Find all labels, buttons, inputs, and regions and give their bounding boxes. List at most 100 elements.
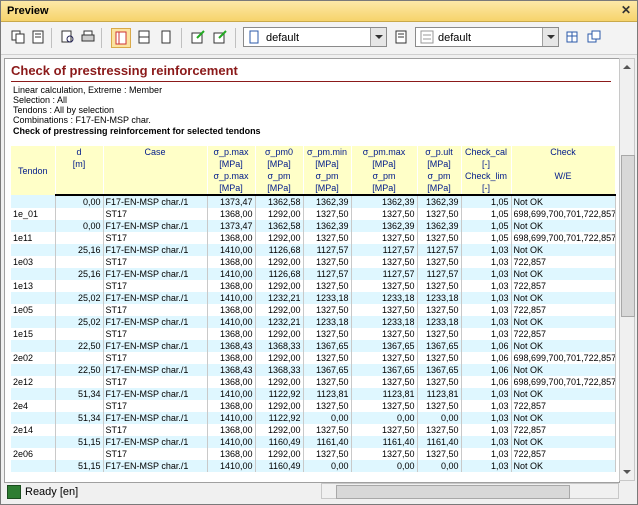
cell-sigma-pm0: 1122,92 [255,412,304,424]
cell-sigma-pmmin: 1367,65 [303,364,352,376]
cell-tendon [11,436,56,448]
cell-sigma-pmmax: 1367,65 [351,340,418,352]
cell-sigma-pmmax: 1327,50 [351,232,418,244]
cell-tendon [11,220,56,232]
cell-case: ST17 [103,280,208,292]
multi-table-button[interactable] [585,28,603,46]
single-page-button[interactable] [157,28,175,46]
cell-sigma-pmmin: 1327,50 [303,304,352,316]
cell-d [55,304,104,316]
col-sigma-pmax2-unit: [MPa] [219,183,243,193]
cell-sigma-pm0: 1160,49 [255,436,304,448]
table-row: 1e03 ST17 1368,00 1292,00 1327,50 1327,50 1327… [11,256,616,268]
import-button[interactable] [211,28,229,46]
cell-sigma-pmmax: 1327,50 [351,280,418,292]
scroll-thumb[interactable] [621,155,635,317]
table-row: 2e06 ST17 1368,00 1292,00 1327,50 1327,50 1327… [11,448,616,460]
cell-sigma-pmmin: 1327,50 [303,328,352,340]
cell-sigma-pm0: 1232,21 [255,316,304,328]
cell-sigma-pult: 1327,50 [417,280,462,292]
horizontal-scrollbar[interactable] [321,483,619,499]
cell-sigma-pmax: 1368,00 [207,448,256,460]
cell-check-cal: 1,06 [461,352,512,364]
cell-sigma-pmmin: 1327,50 [303,352,352,364]
cell-check-cal: 1,03 [461,400,512,412]
chevron-down-icon[interactable] [542,28,558,46]
cell-case: ST17 [103,232,208,244]
report-info-line: Combinations : F17-EN-MSP char. [13,115,151,125]
cell-sigma-pult: 1127,57 [417,244,462,256]
table-row: 25,16 F17-EN-MSP char./1 1410,00 1126,68 112… [11,268,616,280]
cell-sigma-pult: 1367,65 [417,340,462,352]
cell-case: F17-EN-MSP char./1 [103,195,208,208]
cell-sigma-pmmin: 1233,18 [303,316,352,328]
cell-sigma-pmmax: 0,00 [351,412,418,424]
cell-sigma-pm0: 1126,68 [255,268,304,280]
cell-sigma-pult: 0,00 [417,460,462,472]
cell-check: 722,857 [511,256,616,268]
cell-d: 22,50 [55,340,104,352]
cell-sigma-pm0: 1292,00 [255,328,304,340]
cell-sigma-pmmax: 1362,39 [351,220,418,232]
table-button[interactable] [563,28,581,46]
toolbar-separator [51,28,52,48]
status-text: Ready [en] [25,486,79,498]
cell-sigma-pmmin: 1327,50 [303,376,352,388]
cell-sigma-pmmax: 1161,40 [351,436,418,448]
cell-sigma-pmax: 1410,00 [207,436,256,448]
scroll-up-icon[interactable] [621,61,633,73]
chevron-down-icon[interactable] [370,28,386,46]
table-row: 2e4 ST17 1368,00 1292,00 1327,50 1327,50 1327,… [11,400,616,412]
cell-sigma-pmmin: 1362,39 [303,220,352,232]
cell-sigma-pult: 1327,50 [417,256,462,268]
page-icon [249,30,259,44]
col-sigma-pmax: σ_p.max [MPa] [207,146,256,170]
style-select-value: default [438,32,472,44]
toolbar-separator [181,28,182,48]
cell-sigma-pmmax: 1327,50 [351,256,418,268]
cell-check: Not OK [511,292,616,304]
page-layout-button[interactable] [111,28,131,48]
cell-sigma-pmax: 1368,00 [207,280,256,292]
page-split-button[interactable] [135,28,153,46]
cell-check: Not OK [511,316,616,328]
report-info-line: Selection : All [13,95,68,105]
export-icon [191,30,205,44]
cell-sigma-pult: 1327,50 [417,424,462,436]
cell-d: 25,16 [55,268,104,280]
cell-d [55,376,104,388]
cell-tendon [11,412,56,424]
close-icon[interactable]: ✕ [621,3,631,17]
col-sigma-pm2-unit: [MPa] [315,183,339,193]
table-row: 2e14 ST17 1368,00 1292,00 1327,50 1327,50 1327… [11,424,616,436]
scroll-down-icon[interactable] [621,466,633,478]
multi-table-icon [587,30,601,43]
copy-button[interactable] [9,28,27,46]
table-row: 0,00 F17-EN-MSP char./1 1373,47 1362,58 1362… [11,220,616,232]
cell-sigma-pmax: 1368,00 [207,208,256,220]
scroll-thumb[interactable] [336,485,570,499]
cell-sigma-pmax: 1368,00 [207,400,256,412]
col-sigma-pm3-unit: [MPa] [427,183,451,193]
template-select[interactable]: default [243,27,387,47]
template-edit-button[interactable] [393,28,411,46]
cell-sigma-pmmax: 1327,50 [351,352,418,364]
col-sigma-pmmax-label: σ_pm.max [362,147,406,157]
cell-sigma-pult: 1327,50 [417,208,462,220]
document-button[interactable] [29,28,47,46]
cell-check: Not OK [511,412,616,424]
table-row: 0,00 F17-EN-MSP char./1 1373,47 1362,58 1362… [11,195,616,208]
vertical-scrollbar[interactable] [619,58,635,481]
print-preview-button[interactable] [59,28,77,46]
toolbar: default default [1,22,637,55]
print-button[interactable] [79,28,97,46]
style-select[interactable]: default [415,27,559,47]
cell-sigma-pm0: 1292,00 [255,448,304,460]
cell-case: ST17 [103,376,208,388]
cell-case: ST17 [103,256,208,268]
col-sigma-pult: σ_p.ult [MPa] [417,146,462,170]
export-button[interactable] [189,28,207,46]
cell-sigma-pmmax: 1327,50 [351,304,418,316]
header-row: Tendon d [m] Case σ_p.max [MPa] σ_pm0 [MPa]… [11,146,616,195]
cell-check: Not OK [511,460,616,472]
